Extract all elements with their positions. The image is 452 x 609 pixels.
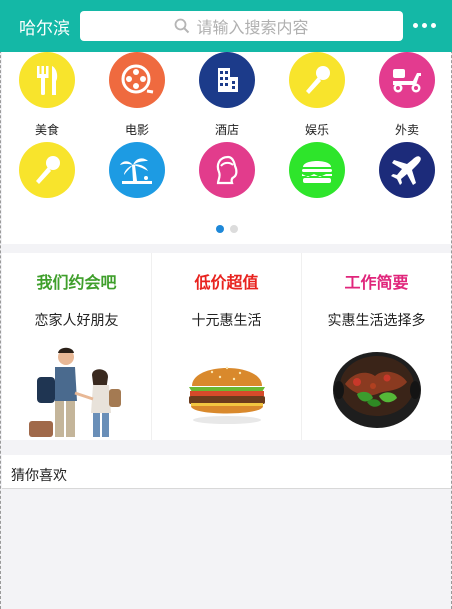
category-item[interactable] [7, 142, 87, 198]
category-item[interactable] [97, 142, 177, 198]
promo-dating[interactable]: 我们约会吧 恋家人好朋友 [2, 253, 151, 440]
promo-work[interactable]: 工作简要 实惠生活选择多 [301, 253, 451, 440]
couple-photo [2, 343, 152, 438]
airplane-icon [379, 142, 435, 198]
category-takeaway[interactable]: 外卖 [367, 52, 447, 138]
pagination-dot[interactable] [229, 225, 238, 233]
promo-title: 工作简要 [344, 273, 409, 292]
category-movie[interactable]: 电影 [97, 52, 177, 138]
promo-subtitle: 恋家人好朋友 [34, 313, 119, 329]
fork-knife-icon [19, 52, 75, 108]
guess-you-like-header: 猜你喜欢 [2, 455, 451, 489]
search-input[interactable]: 请输入搜索内容 [80, 11, 403, 41]
film-reel-icon [109, 52, 165, 108]
more-dot-icon [422, 22, 427, 28]
promo-section: 我们约会吧 恋家人好朋友 低价超值 十元惠生活 工作简要 实惠生活选择多 [2, 253, 451, 440]
promo-value[interactable]: 低价超值 十元惠生活 [151, 253, 301, 440]
category-label: 外卖 [394, 123, 419, 137]
microphone-icon [289, 52, 345, 108]
pagination-dot-active[interactable] [215, 225, 224, 233]
category-grid: 美食 电影 酒店 娱乐 外卖 [2, 52, 451, 244]
category-label: 娱乐 [304, 123, 329, 137]
category-label: 美食 [34, 123, 59, 137]
top-bar: 哈尔滨 请输入搜索内容 [0, 0, 452, 52]
promo-title: 低价超值 [194, 273, 259, 292]
building-icon [199, 52, 255, 108]
more-menu-button[interactable] [413, 18, 437, 32]
promo-subtitle: 十元惠生活 [191, 313, 262, 329]
left-edge [0, 0, 1, 609]
category-item[interactable] [187, 142, 267, 198]
category-label: 酒店 [214, 123, 239, 137]
scooter-icon [379, 52, 435, 108]
more-dot-icon [431, 22, 436, 28]
carousel-pagination [2, 225, 451, 233]
burger-icon [289, 142, 345, 198]
category-food[interactable]: 美食 [7, 52, 87, 138]
woman-head-icon [199, 142, 255, 198]
promo-subtitle: 实惠生活选择多 [327, 313, 426, 329]
clay-pot-dish-photo [302, 343, 452, 438]
category-item[interactable] [277, 142, 357, 198]
category-item[interactable] [367, 142, 447, 198]
category-entertainment[interactable]: 娱乐 [277, 52, 357, 138]
burger-photo [152, 343, 302, 438]
search-placeholder: 请输入搜索内容 [196, 18, 309, 37]
search-icon [175, 18, 190, 34]
more-dot-icon [413, 22, 418, 28]
microphone-icon [19, 142, 75, 198]
category-label: 电影 [124, 123, 149, 137]
palm-tree-icon [109, 142, 165, 198]
promo-title: 我们约会吧 [36, 273, 117, 292]
city-selector[interactable]: 哈尔滨 [19, 14, 76, 39]
category-hotel[interactable]: 酒店 [187, 52, 267, 138]
guess-you-like-label: 猜你喜欢 [11, 468, 67, 484]
